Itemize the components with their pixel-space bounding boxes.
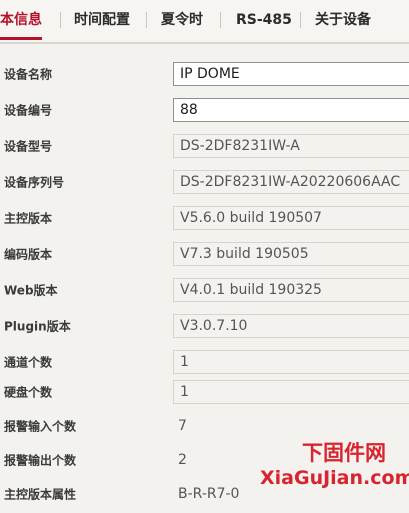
form-row-device-number: 设备编号 88 <box>0 92 409 128</box>
form-row-device-name: 设备名称 IP DOME <box>0 56 409 92</box>
encoding-version-value: V7.3 build 190505 <box>173 242 409 266</box>
serial-number-value: DS-2DF8231IW-A20220606AAC <box>173 170 409 194</box>
form-row-disk-count: 硬盘个数 1 <box>0 374 409 410</box>
form-row-alarm-output-count: 报警输出个数 2 <box>0 442 409 478</box>
channel-count-value: 1 <box>173 350 409 374</box>
form-row-plugin-version: Plugin版本 V3.0.7.10 <box>0 308 409 344</box>
tab-rs485[interactable]: RS-485 <box>236 0 292 40</box>
disk-count-value: 1 <box>173 380 409 404</box>
form-row-encoding-version: 编码版本 V7.3 build 190505 <box>0 236 409 272</box>
firmware-properties-value: B-R-R7-0 <box>178 486 240 502</box>
encoding-version-label: 编码版本 <box>4 247 53 262</box>
firmware-version-value: V5.6.0 build 190507 <box>173 206 409 230</box>
tab-divider <box>300 12 301 28</box>
alarm-input-count-label: 报警输入个数 <box>4 419 77 434</box>
web-version-value: V4.0.1 build 190325 <box>173 278 409 302</box>
form-row-firmware-properties: 主控版本属性 B-R-R7-0 <box>0 476 409 512</box>
tab-divider <box>220 12 221 28</box>
tab-dst[interactable]: 夏令时 <box>161 0 203 40</box>
device-name-input[interactable]: IP DOME <box>173 62 409 86</box>
tab-about-device[interactable]: 关于设备 <box>315 0 371 40</box>
alarm-input-count-value: 7 <box>178 418 187 434</box>
device-name-label: 设备名称 <box>4 67 53 82</box>
device-number-label: 设备编号 <box>4 103 53 118</box>
tab-divider <box>146 12 147 28</box>
device-model-label: 设备型号 <box>4 139 53 154</box>
tab-bar: 本信息 时间配置 夏令时 RS-485 关于设备 <box>0 0 409 44</box>
plugin-version-label: Plugin版本 <box>4 319 71 334</box>
device-info-form: 设备名称 IP DOME 设备编号 88 设备型号 DS-2DF8231IW-A… <box>0 44 409 513</box>
tab-basic-info[interactable]: 本信息 <box>0 0 42 40</box>
firmware-properties-label: 主控版本属性 <box>4 487 77 502</box>
channel-count-label: 通道个数 <box>4 355 53 370</box>
form-row-device-model: 设备型号 DS-2DF8231IW-A <box>0 128 409 164</box>
web-version-label: Web版本 <box>4 283 58 298</box>
alarm-output-count-value: 2 <box>178 452 187 468</box>
device-model-value: DS-2DF8231IW-A <box>173 134 409 158</box>
disk-count-label: 硬盘个数 <box>4 385 53 400</box>
form-row-serial-number: 设备序列号 DS-2DF8231IW-A20220606AAC <box>0 164 409 200</box>
device-number-input[interactable]: 88 <box>173 98 409 122</box>
form-row-firmware-version: 主控版本 V5.6.0 build 190507 <box>0 200 409 236</box>
form-row-alarm-input-count: 报警输入个数 7 <box>0 408 409 444</box>
tab-divider <box>60 12 61 28</box>
tab-time-settings[interactable]: 时间配置 <box>74 0 130 40</box>
serial-number-label: 设备序列号 <box>4 175 65 190</box>
plugin-version-value: V3.0.7.10 <box>173 314 409 338</box>
alarm-output-count-label: 报警输出个数 <box>4 453 77 468</box>
form-row-web-version: Web版本 V4.0.1 build 190325 <box>0 272 409 308</box>
firmware-version-label: 主控版本 <box>4 211 53 226</box>
